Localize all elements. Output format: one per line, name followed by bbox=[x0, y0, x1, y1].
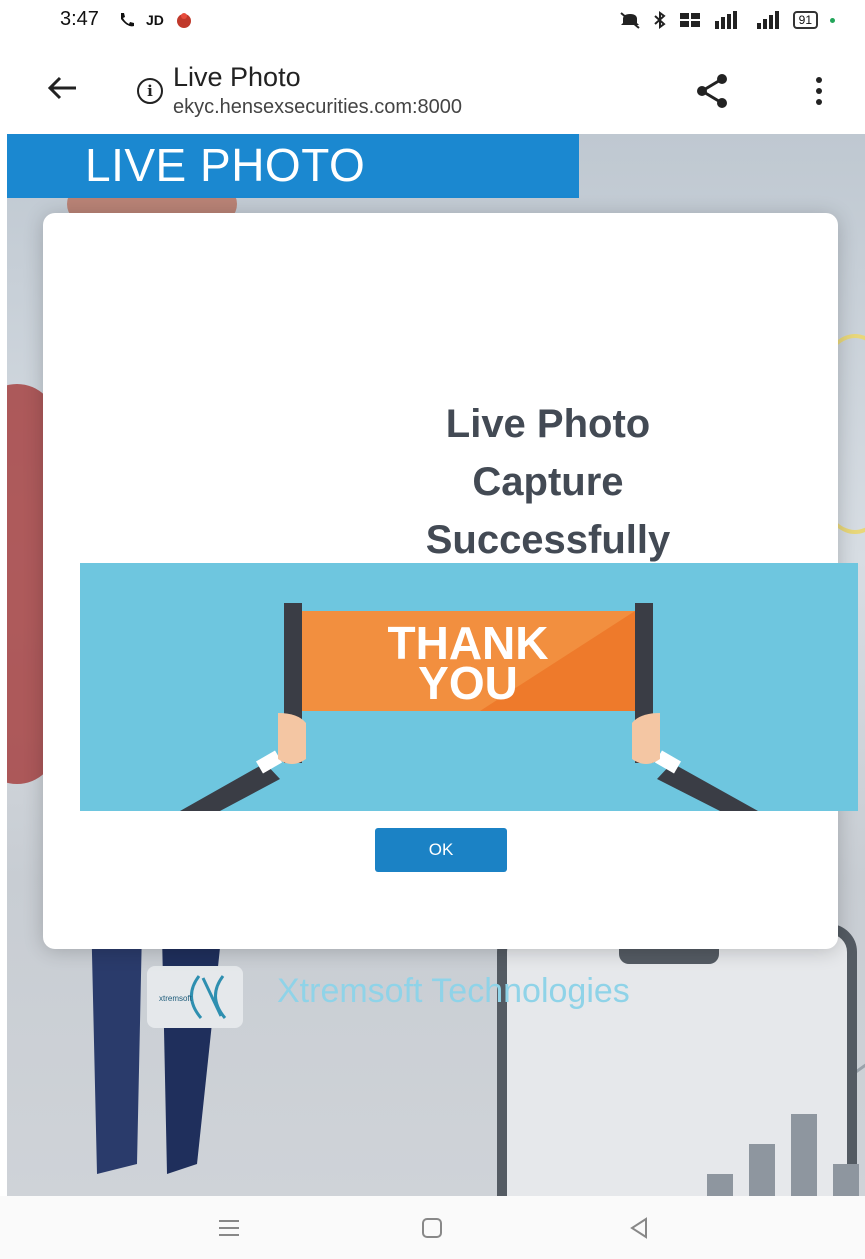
back-arrow-icon[interactable] bbox=[42, 68, 82, 108]
page-header: LIVE PHOTO bbox=[85, 139, 366, 191]
charging-dot bbox=[830, 17, 835, 23]
system-nav-bar bbox=[0, 1196, 865, 1259]
volte-icon bbox=[679, 13, 700, 27]
ok-button[interactable]: OK bbox=[375, 828, 507, 872]
more-vert-icon[interactable] bbox=[805, 70, 833, 112]
phone-call-icon bbox=[121, 13, 134, 27]
svg-text:YOU: YOU bbox=[418, 657, 518, 709]
status-time: 3:47 bbox=[60, 8, 99, 30]
page-title: Live Photo bbox=[173, 62, 301, 92]
success-dialog: Live Photo Capture Successfully THANK YO… bbox=[43, 213, 858, 949]
share-icon[interactable] bbox=[690, 70, 732, 112]
thank-you-banner: THANK YOU bbox=[80, 563, 858, 811]
bluetooth-icon bbox=[653, 11, 666, 29]
info-icon[interactable]: i bbox=[137, 78, 163, 104]
recent-apps-icon[interactable] bbox=[214, 1214, 244, 1242]
success-message: Live Photo Capture Successfully bbox=[373, 395, 723, 569]
background-illustration-bars bbox=[707, 1114, 859, 1196]
page-url[interactable]: ekyc.hensexsecurities.com:8000 bbox=[173, 96, 462, 119]
status-right-icons: 91 bbox=[619, 6, 835, 34]
browser-toolbar: i Live Photo ekyc.hensexsecurities.com:8… bbox=[0, 42, 865, 134]
signal-icon bbox=[756, 11, 779, 29]
brand-logo: xtremsoft bbox=[147, 966, 243, 1028]
svg-text:xtremsoft: xtremsoft bbox=[159, 994, 193, 1003]
app-notification-icon bbox=[176, 13, 191, 28]
brand-name: Xtremsoft Technologies bbox=[277, 972, 630, 1010]
mute-icon bbox=[620, 12, 640, 29]
success-message-line2: Capture bbox=[472, 460, 624, 504]
status-left-icons: JD bbox=[118, 6, 194, 34]
battery-icon: 91 bbox=[792, 11, 818, 29]
back-icon[interactable] bbox=[624, 1214, 654, 1242]
thank-you-illustration: THANK YOU bbox=[180, 603, 758, 811]
4g-signal-icon bbox=[714, 11, 737, 29]
home-icon[interactable] bbox=[417, 1214, 447, 1242]
status-bar: 3:47 JD 91 bbox=[0, 0, 865, 42]
success-message-line1: Live Photo bbox=[445, 402, 651, 446]
success-message-line3: Successfully bbox=[425, 518, 671, 562]
jd-app-icon: JD bbox=[146, 12, 164, 28]
page-header-band: LIVE PHOTO bbox=[7, 134, 579, 198]
